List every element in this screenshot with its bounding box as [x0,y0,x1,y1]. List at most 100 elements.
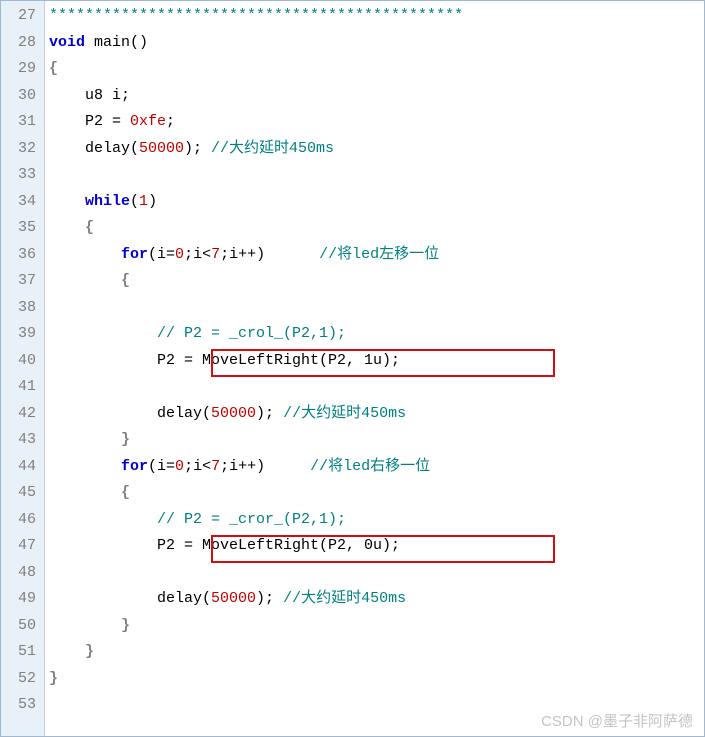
token-ident [49,246,121,263]
line-number: 31 [5,109,36,136]
token-ident [49,219,85,236]
line-number: 53 [5,692,36,719]
line-number: 47 [5,533,36,560]
token-num: 50000 [211,590,256,607]
line-number: 51 [5,639,36,666]
code-line[interactable]: P2 = MoveLeftRight(P2, 0u); [49,533,704,560]
watermark: CSDN @墨子非阿萨德 [541,710,693,731]
token-ident: ); [256,590,283,607]
code-line[interactable]: // P2 = _cror_(P2,1); [49,507,704,534]
code-line[interactable]: } [49,427,704,454]
token-ident: (i= [148,458,175,475]
token-num: 0xfe [130,113,166,130]
token-ident: P2 = [49,113,130,130]
line-gutter: 2728293031323334353637383940414243444546… [1,1,45,736]
code-line[interactable]: ****************************************… [49,3,704,30]
token-ident [49,272,121,289]
token-comment: // P2 = _cror_(P2,1); [157,511,346,528]
line-number: 46 [5,507,36,534]
token-num: 0 [175,458,184,475]
code-line[interactable]: P2 = 0xfe; [49,109,704,136]
code-line[interactable]: } [49,666,704,693]
token-ident: ); [256,405,283,422]
code-line[interactable]: delay(50000); //大约延时450ms [49,136,704,163]
token-ident: delay( [49,405,211,422]
token-fold: } [121,617,130,634]
code-line[interactable]: void main() [49,30,704,57]
code-line[interactable] [49,295,704,322]
line-number: 38 [5,295,36,322]
token-ident [49,458,121,475]
token-ident: main() [85,34,148,51]
line-number: 49 [5,586,36,613]
token-ident: delay( [49,140,139,157]
token-ident: delay( [49,590,211,607]
token-ident: (i= [148,246,175,263]
code-line[interactable] [49,560,704,587]
code-line[interactable]: { [49,215,704,242]
code-line[interactable] [49,374,704,401]
token-fold: } [85,643,94,660]
token-ident: ) [148,193,157,210]
code-line[interactable]: // P2 = _crol_(P2,1); [49,321,704,348]
code-area[interactable]: ****************************************… [45,1,704,736]
code-line[interactable]: delay(50000); //大约延时450ms [49,586,704,613]
token-kw: while [85,193,130,210]
token-ident [49,193,85,210]
line-number: 27 [5,3,36,30]
token-comment: //大约延时450ms [283,405,406,422]
line-number: 30 [5,83,36,110]
line-number: 39 [5,321,36,348]
token-fold: { [85,219,94,236]
line-number: 29 [5,56,36,83]
token-ident [49,325,157,342]
token-ident [49,431,121,448]
token-comment: //将led右移一位 [310,458,430,475]
line-number: 40 [5,348,36,375]
line-number: 33 [5,162,36,189]
line-number: 35 [5,215,36,242]
line-number: 28 [5,30,36,57]
code-line[interactable]: } [49,613,704,640]
token-ident: ; [166,113,175,130]
line-number: 50 [5,613,36,640]
code-line[interactable]: for(i=0;i<7;i++) //将led左移一位 [49,242,704,269]
code-line[interactable]: for(i=0;i<7;i++) //将led右移一位 [49,454,704,481]
token-comment: //大约延时450ms [211,140,334,157]
token-num: 7 [211,246,220,263]
token-ident [49,643,85,660]
token-ident: ;i++) [220,246,319,263]
line-number: 34 [5,189,36,216]
code-line[interactable]: delay(50000); //大约延时450ms [49,401,704,428]
code-line[interactable] [49,162,704,189]
line-number: 37 [5,268,36,295]
token-fold: { [49,60,58,77]
token-fold: } [121,431,130,448]
token-num: 7 [211,458,220,475]
token-fold: } [49,670,58,687]
line-number: 42 [5,401,36,428]
token-num: 1 [139,193,148,210]
code-editor[interactable]: 2728293031323334353637383940414243444546… [0,0,705,737]
code-line[interactable]: } [49,639,704,666]
token-ident: P2 = MoveLeftRight(P2, 0u); [49,537,400,554]
token-kw: for [121,246,148,263]
code-line[interactable]: { [49,56,704,83]
token-ident [49,484,121,501]
token-comment: //大约延时450ms [283,590,406,607]
token-num: 0 [175,246,184,263]
token-ident: P2 = MoveLeftRight(P2, 1u); [49,352,400,369]
token-ident: ); [184,140,211,157]
token-ident: u8 i; [49,87,130,104]
code-line[interactable]: { [49,268,704,295]
code-line[interactable]: P2 = MoveLeftRight(P2, 1u); [49,348,704,375]
line-number: 48 [5,560,36,587]
token-ident [49,617,121,634]
token-kw: for [121,458,148,475]
code-line[interactable]: u8 i; [49,83,704,110]
code-line[interactable]: { [49,480,704,507]
token-fold: { [121,484,130,501]
code-line[interactable]: while(1) [49,189,704,216]
line-number: 36 [5,242,36,269]
token-ident: ;i< [184,458,211,475]
